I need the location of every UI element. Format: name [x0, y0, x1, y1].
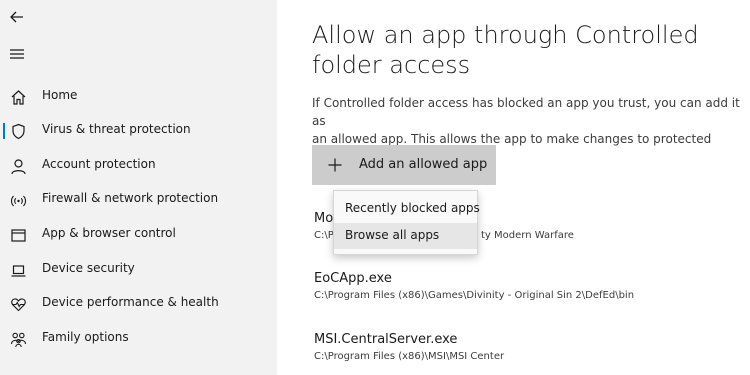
- sidebar-item-firewall-network-protection[interactable]: Firewall & network protection: [0, 184, 277, 216]
- app-path-tail: ty Modern Warfare: [481, 230, 574, 241]
- sidebar-item-label: Virus & threat protection: [42, 122, 191, 136]
- sidebar-item-label: Device performance & health: [42, 295, 219, 309]
- app-name: EoCApp.exe: [314, 271, 392, 286]
- menu-item-browse-all-apps[interactable]: Browse all apps: [334, 223, 477, 249]
- sidebar-item-label: App & browser control: [42, 226, 176, 240]
- app-path: C:\P: [314, 230, 334, 241]
- person-icon: [11, 159, 26, 175]
- sidebar-item-device-performance-health[interactable]: Device performance & health: [0, 288, 277, 320]
- app-name: MSI.CentralServer.exe: [314, 332, 458, 347]
- page-title: Allow an app through Controlled folder a…: [312, 21, 699, 79]
- heart-pulse-icon: [11, 298, 26, 312]
- back-arrow-icon[interactable]: [8, 8, 26, 26]
- wifi-icon: [10, 195, 27, 207]
- family-icon: [10, 332, 27, 348]
- sidebar: Home Virus & threat protection Account p…: [0, 0, 277, 375]
- sidebar-item-label: Family options: [42, 330, 129, 344]
- sidebar-item-label: Home: [42, 88, 78, 102]
- sidebar-item-label: Firewall & network protection: [42, 191, 219, 205]
- add-allowed-app-label: Add an allowed app: [359, 157, 488, 172]
- laptop-icon: [11, 265, 26, 277]
- sidebar-item-label: Account protection: [42, 157, 156, 171]
- sidebar-item-virus-threat-protection[interactable]: Virus & threat protection: [0, 115, 277, 147]
- sidebar-item-account-protection[interactable]: Account protection: [0, 150, 277, 182]
- menu-item-label: Browse all apps: [345, 228, 440, 242]
- app-path: C:\Program Files (x86)\MSI\MSI Center: [314, 351, 505, 362]
- app-path: C:\Program Files (x86)\Games\Divinity - …: [314, 290, 635, 301]
- shield-icon: [12, 123, 25, 140]
- browser-window-icon: [11, 229, 26, 242]
- menu-item-label: Recently blocked apps: [345, 201, 480, 215]
- main-content: Allow an app through Controlled folder a…: [277, 0, 750, 375]
- hamburger-menu-icon[interactable]: [8, 45, 26, 63]
- sidebar-item-label: Device security: [42, 261, 135, 275]
- plus-icon: [328, 158, 342, 172]
- home-icon: [11, 90, 26, 105]
- add-allowed-app-button[interactable]: Add an allowed app: [312, 145, 496, 185]
- sidebar-item-family-options[interactable]: Family options: [0, 323, 277, 355]
- sidebar-item-home[interactable]: Home: [0, 81, 277, 113]
- add-app-dropdown-menu: Recently blocked apps Browse all apps: [333, 190, 480, 255]
- menu-item-recently-blocked-apps[interactable]: Recently blocked apps: [334, 196, 480, 222]
- active-indicator: [3, 123, 5, 139]
- app-name: Mo: [314, 211, 334, 226]
- sidebar-item-app-browser-control[interactable]: App & browser control: [0, 219, 277, 251]
- sidebar-item-device-security[interactable]: Device security: [0, 254, 277, 286]
